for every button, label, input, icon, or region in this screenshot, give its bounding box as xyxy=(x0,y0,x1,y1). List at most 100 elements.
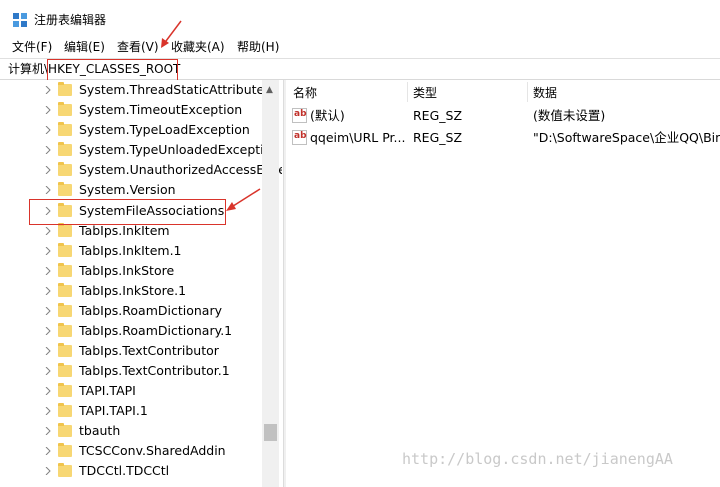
tree-item[interactable]: System.ThreadStaticAttribute xyxy=(0,80,265,100)
value-row[interactable]: ab (默认) REG_SZ (数值未设置) xyxy=(287,105,720,127)
tree-item-label: TabIps.InkStore xyxy=(79,263,175,278)
expand-chevron-icon[interactable] xyxy=(44,447,52,455)
tree-item[interactable]: TAPI.TAPI xyxy=(0,381,262,401)
tree-item[interactable]: TabIps.RoamDictionary xyxy=(0,301,262,321)
folder-icon xyxy=(58,423,72,437)
expand-chevron-icon[interactable] xyxy=(44,166,52,174)
expand-chevron-icon[interactable] xyxy=(44,227,52,235)
tree-item[interactable]: System.TypeLoadException xyxy=(0,120,262,140)
tree-item-label: TabIps.TextContributor.1 xyxy=(79,363,230,378)
tree-item[interactable]: tbauth xyxy=(0,421,262,441)
menu-view[interactable]: 查看(V) xyxy=(117,38,159,56)
folder-icon xyxy=(58,243,72,257)
tree-item-label: TabIps.RoamDictionary.1 xyxy=(79,323,233,338)
scroll-thumb[interactable] xyxy=(264,424,277,441)
value-data: (数值未设置) xyxy=(533,108,606,123)
value-name: qqeim\URL Pr... xyxy=(310,130,405,145)
tree-item[interactable]: TabIps.TextContributor xyxy=(0,341,262,361)
value-type: REG_SZ xyxy=(413,130,463,145)
column-separator[interactable] xyxy=(527,82,528,102)
expand-chevron-icon[interactable] xyxy=(44,407,52,415)
column-header-type[interactable]: 类型 xyxy=(413,85,437,101)
menu-edit[interactable]: 编辑(E) xyxy=(64,38,105,56)
values-list-pane[interactable]: 名称 类型 数据 ab (默认) REG_SZ (数值未设置) ab qqeim… xyxy=(287,80,720,487)
string-value-icon: ab xyxy=(292,108,307,123)
tree-item-label: TabIps.TextContributor xyxy=(79,343,219,358)
registry-editor-icon xyxy=(13,13,27,27)
address-bar[interactable]: 计算机\HKEY_CLASSES_ROOT xyxy=(0,58,720,81)
tree-item[interactable]: TDCCtl.TDCCtl xyxy=(0,461,262,481)
folder-icon xyxy=(58,142,72,156)
tree-item[interactable]: System.TimeoutException xyxy=(0,100,262,120)
window-title: 注册表编辑器 xyxy=(34,13,107,27)
value-data: "D:\SoftwareSpace\企业QQ\Bin\ xyxy=(533,130,720,145)
value-row[interactable]: ab qqeim\URL Pr... REG_SZ "D:\SoftwareSp… xyxy=(287,127,720,149)
menu-help[interactable]: 帮助(H) xyxy=(237,38,279,56)
watermark-text: http://blog.csdn.net/jianengAA xyxy=(402,450,673,468)
folder-icon xyxy=(58,283,72,297)
tree-item-label: System.Version xyxy=(79,182,176,197)
tree-item-label: TabIps.InkStore.1 xyxy=(79,283,187,298)
tree-item[interactable]: TabIps.InkItem.1 xyxy=(0,241,262,261)
tree-item[interactable]: TabIps.TextContributor.1 xyxy=(0,361,262,381)
folder-icon xyxy=(58,82,72,96)
expand-chevron-icon[interactable] xyxy=(44,106,52,114)
tree-item-label: TabIps.InkItem.1 xyxy=(79,243,182,258)
tree-item[interactable]: System.TypeUnloadedException xyxy=(0,140,279,160)
tree-item-label: tbauth xyxy=(79,423,121,438)
tree-item-label: System.TypeLoadException xyxy=(79,122,250,137)
menu-file[interactable]: 文件(F) xyxy=(12,38,52,56)
expand-chevron-icon[interactable] xyxy=(44,186,52,194)
pane-splitter[interactable] xyxy=(283,80,286,487)
expand-chevron-icon[interactable] xyxy=(44,347,52,355)
expand-chevron-icon[interactable] xyxy=(44,307,52,315)
expand-chevron-icon[interactable] xyxy=(44,267,52,275)
tree-item-label: TAPI.TAPI xyxy=(79,383,136,398)
folder-icon xyxy=(58,102,72,116)
tree-item[interactable]: TCSCConv.SharedAddin xyxy=(0,441,262,461)
column-header-name[interactable]: 名称 xyxy=(293,85,317,101)
string-value-icon: ab xyxy=(292,130,307,145)
tree-item[interactable]: TabIps.InkStore xyxy=(0,261,262,281)
column-separator[interactable] xyxy=(407,82,408,102)
expand-chevron-icon[interactable] xyxy=(44,467,52,475)
tree-item-label: System.ThreadStaticAttribute xyxy=(79,82,265,97)
expand-chevron-icon[interactable] xyxy=(44,327,52,335)
folder-icon xyxy=(58,263,72,277)
tree-item[interactable]: TAPI.TAPI.1 xyxy=(0,401,262,421)
folder-icon xyxy=(58,303,72,317)
tree-item-label: TCSCConv.SharedAddin xyxy=(79,443,226,458)
menu-bar: 文件(F) 编辑(E) 查看(V) 收藏夹(A) 帮助(H) xyxy=(0,36,720,58)
tree-item-label: System.TimeoutException xyxy=(79,102,243,117)
title-bar: 注册表编辑器 xyxy=(0,0,720,36)
folder-icon xyxy=(58,323,72,337)
folder-icon xyxy=(58,383,72,397)
expand-chevron-icon[interactable] xyxy=(44,387,52,395)
expand-chevron-icon[interactable] xyxy=(44,287,52,295)
scroll-up-arrow-icon[interactable]: ▲ xyxy=(266,86,273,95)
annotation-arrow-icon xyxy=(161,20,182,48)
folder-icon xyxy=(58,363,72,377)
value-type: REG_SZ xyxy=(413,108,463,123)
tree-item[interactable]: System.UnauthorizedAccessException xyxy=(0,160,282,180)
tree-item[interactable]: TabIps.RoamDictionary.1 xyxy=(0,321,262,341)
tree-item-label: System.TypeUnloadedException xyxy=(79,142,280,157)
column-header-data[interactable]: 数据 xyxy=(533,85,557,101)
tree-item[interactable]: System.Version xyxy=(0,180,262,200)
tree-item-label: TDCCtl.TDCCtl xyxy=(79,463,170,478)
expand-chevron-icon[interactable] xyxy=(44,247,52,255)
folder-icon xyxy=(58,223,72,237)
tree-item[interactable]: TabIps.InkStore.1 xyxy=(0,281,262,301)
expand-chevron-icon[interactable] xyxy=(44,126,52,134)
expand-chevron-icon[interactable] xyxy=(44,146,52,154)
tree-item-label: System.UnauthorizedAccessException xyxy=(79,162,282,177)
expand-chevron-icon[interactable] xyxy=(44,86,52,94)
folder-icon xyxy=(58,343,72,357)
expand-chevron-icon[interactable] xyxy=(44,367,52,375)
folder-icon xyxy=(58,463,72,477)
tree-scrollbar[interactable]: ▲ xyxy=(262,80,279,487)
folder-icon xyxy=(58,443,72,457)
key-tree-pane[interactable]: System.ThreadStaticAttribute System.Time… xyxy=(0,80,282,487)
expand-chevron-icon[interactable] xyxy=(44,427,52,435)
folder-icon xyxy=(58,182,72,196)
